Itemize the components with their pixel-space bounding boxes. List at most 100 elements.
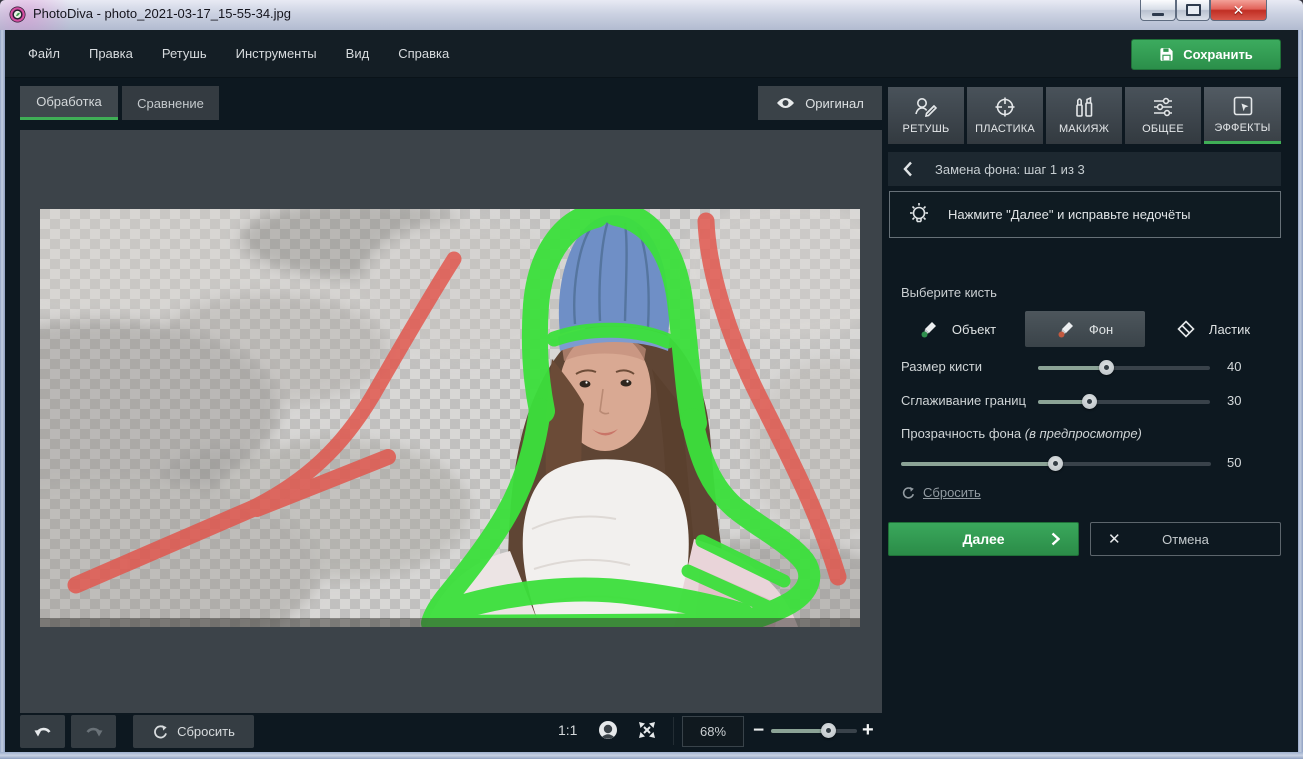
background-opacity-label: Прозрачность фона (в предпросмотре) xyxy=(901,426,1142,441)
panel-tab-common[interactable]: ОБЩЕЕ xyxy=(1125,87,1201,144)
next-arrow-icon xyxy=(1051,532,1060,546)
minimize-button[interactable] xyxy=(1140,0,1176,21)
save-label: Сохранить xyxy=(1183,47,1253,62)
edge-smoothing-slider[interactable] xyxy=(1038,394,1210,409)
undo-button[interactable] xyxy=(20,715,65,748)
menu-retouch[interactable]: Ретушь xyxy=(162,46,207,61)
plastic-icon xyxy=(994,96,1016,118)
eraser-icon xyxy=(1177,320,1195,338)
statusbar-divider xyxy=(673,717,674,745)
window-title: PhotoDiva - photo_2021-03-17_15-55-34.jp… xyxy=(33,6,291,21)
edge-smoothing-value: 30 xyxy=(1227,393,1241,408)
step-header-label: Замена фона: шаг 1 из 3 xyxy=(935,162,1085,177)
canvas-reset-label: Сбросить xyxy=(177,724,235,739)
edited-photo[interactable] xyxy=(40,209,860,627)
original-label: Оригинал xyxy=(805,96,864,111)
background-opacity-value: 50 xyxy=(1227,455,1241,470)
photo-canvas[interactable] xyxy=(20,130,882,713)
brush-object-button[interactable]: Объект xyxy=(902,311,1014,347)
panel-tab-makeup-label: МАКИЯЖ xyxy=(1059,123,1109,135)
effects-icon xyxy=(1232,95,1254,117)
panel-tab-plastic[interactable]: ПЛАСТИКА xyxy=(967,87,1043,144)
zoom-value-box[interactable]: 68% xyxy=(682,716,744,747)
save-button[interactable]: Сохранить xyxy=(1131,39,1281,70)
tab-processing-label: Обработка xyxy=(36,94,102,109)
menu-bar: Файл Правка Ретушь Инструменты Вид Справ… xyxy=(5,30,1298,78)
zoom-slider[interactable] xyxy=(771,723,857,738)
zoom-in-button[interactable]: + xyxy=(862,721,874,740)
panel-tab-effects[interactable]: ЭФФЕКТЫ xyxy=(1204,87,1281,144)
next-label: Далее xyxy=(962,531,1004,547)
window-frame-right xyxy=(1298,30,1303,759)
tool-reset-icon xyxy=(901,486,915,500)
panel-tab-makeup[interactable]: МАКИЯЖ xyxy=(1046,87,1122,144)
brush-object-label: Объект xyxy=(952,322,996,337)
menu-view[interactable]: Вид xyxy=(346,46,370,61)
redo-icon xyxy=(84,724,104,740)
minimize-icon xyxy=(1152,13,1164,16)
redo-button[interactable] xyxy=(71,715,116,748)
cancel-button[interactable]: ✕ Отмена xyxy=(1090,522,1281,556)
scale-1-1-button[interactable]: 1:1 xyxy=(558,722,577,738)
cancel-label: Отмена xyxy=(1162,532,1209,547)
tab-comparison[interactable]: Сравнение xyxy=(122,86,219,120)
brush-size-slider[interactable] xyxy=(1038,360,1210,375)
maximize-button[interactable] xyxy=(1176,0,1210,21)
close-icon: ✕ xyxy=(1233,3,1245,17)
brush-size-fill xyxy=(1038,366,1107,370)
retouch-icon xyxy=(914,96,938,118)
cancel-x-icon: ✕ xyxy=(1108,530,1121,548)
title-bar: PhotoDiva - photo_2021-03-17_15-55-34.jp… xyxy=(0,0,1303,31)
tip-box: Нажмите "Далее" и исправьте недочёты xyxy=(889,191,1281,238)
brush-eraser-label: Ластик xyxy=(1209,322,1250,337)
reset-icon xyxy=(152,724,168,740)
fit-to-face-icon[interactable] xyxy=(597,719,619,741)
brush-size-thumb[interactable] xyxy=(1099,360,1114,375)
step-header: Замена фона: шаг 1 из 3 xyxy=(888,152,1281,186)
brush-background-button[interactable]: Фон xyxy=(1025,311,1145,347)
object-brush-icon xyxy=(920,320,938,338)
zoom-slider-thumb[interactable] xyxy=(821,723,836,738)
tab-processing[interactable]: Обработка xyxy=(20,86,118,120)
edge-smoothing-label: Сглаживание границ xyxy=(901,393,1026,408)
panel-tab-retouch-label: РЕТУШЬ xyxy=(903,123,950,135)
app-area: Файл Правка Ретушь Инструменты Вид Справ… xyxy=(5,30,1298,752)
panel-tab-retouch[interactable]: РЕТУШЬ xyxy=(888,87,964,144)
window-frame-bottom xyxy=(0,752,1303,759)
menu-tools[interactable]: Инструменты xyxy=(236,46,317,61)
background-opacity-thumb[interactable] xyxy=(1048,456,1063,471)
background-opacity-note: (в предпросмотре) xyxy=(1025,426,1142,441)
edge-smoothing-thumb[interactable] xyxy=(1082,394,1097,409)
tip-text: Нажмите "Далее" и исправьте недочёты xyxy=(948,207,1191,222)
next-button[interactable]: Далее xyxy=(888,522,1079,556)
makeup-icon xyxy=(1073,96,1095,118)
zoom-out-button[interactable]: − xyxy=(753,722,764,740)
brush-section-label: Выберите кисть xyxy=(901,285,997,300)
panel-tab-common-label: ОБЩЕЕ xyxy=(1142,123,1184,135)
tool-reset-label: Сбросить xyxy=(923,485,981,500)
eye-icon xyxy=(776,97,795,109)
brush-eraser-button[interactable]: Ластик xyxy=(1151,311,1276,347)
original-button[interactable]: Оригинал xyxy=(758,86,882,120)
fit-to-screen-icon[interactable] xyxy=(636,719,658,741)
canvas-reset-button[interactable]: Сбросить xyxy=(133,715,254,748)
app-logo-icon xyxy=(9,6,26,23)
background-opacity-label-text: Прозрачность фона xyxy=(901,426,1021,441)
adjustments-icon xyxy=(1152,96,1174,118)
menu-help[interactable]: Справка xyxy=(398,46,449,61)
maximize-icon xyxy=(1186,4,1201,16)
close-button[interactable]: ✕ xyxy=(1210,0,1267,21)
brush-size-value: 40 xyxy=(1227,359,1241,374)
menu-file[interactable]: Файл xyxy=(28,46,60,61)
background-opacity-fill xyxy=(901,462,1056,466)
background-opacity-slider[interactable] xyxy=(901,456,1211,471)
brush-background-label: Фон xyxy=(1089,322,1113,337)
panel-tab-plastic-label: ПЛАСТИКА xyxy=(975,123,1035,135)
tool-reset-link[interactable]: Сбросить xyxy=(901,485,981,500)
back-icon[interactable] xyxy=(903,161,913,177)
menu-edit[interactable]: Правка xyxy=(89,46,133,61)
lightbulb-icon xyxy=(906,201,932,229)
panel-tab-effects-label: ЭФФЕКТЫ xyxy=(1214,122,1270,134)
background-brush-icon xyxy=(1057,320,1075,338)
undo-icon xyxy=(33,724,53,740)
